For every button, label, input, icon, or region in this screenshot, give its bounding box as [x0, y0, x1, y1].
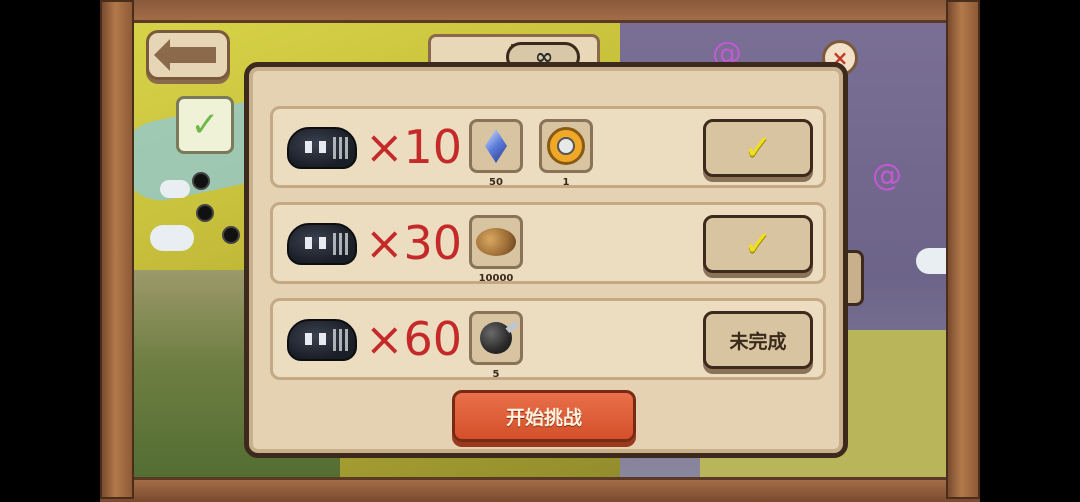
frame-top	[100, 0, 980, 23]
panel-side-tab	[848, 250, 864, 306]
start-challenge-label: 开始挑战	[505, 406, 582, 429]
check-icon: ✓	[190, 105, 220, 145]
frame-bottom	[100, 477, 980, 502]
path-node	[192, 172, 210, 190]
reward-slot[interactable]	[469, 311, 523, 365]
incomplete-button[interactable]: 未完成	[703, 311, 813, 369]
kill-count: ×30	[365, 216, 463, 270]
cloud	[150, 225, 194, 251]
cloud	[160, 180, 190, 198]
side-check-box[interactable]: ✓	[176, 96, 234, 154]
claimed-button[interactable]: ✓	[703, 119, 813, 177]
check-icon: ✓	[743, 128, 773, 168]
swirl-icon: @	[872, 158, 902, 193]
path-node	[196, 204, 214, 222]
back-arrow-icon	[154, 39, 216, 71]
black-slime-icon	[287, 223, 357, 265]
shine	[333, 233, 349, 255]
gear-center	[557, 137, 575, 155]
incomplete-label: 未完成	[729, 330, 787, 353]
eye	[319, 141, 326, 153]
start-challenge-button[interactable]: 开始挑战	[452, 390, 636, 442]
reward-amount: 5	[492, 369, 500, 380]
kill-count: ×10	[365, 120, 463, 174]
eye	[305, 141, 312, 153]
reward-row: ×10 50 1 ✓	[270, 106, 826, 188]
reward-slot[interactable]	[469, 215, 523, 269]
gear-icon	[547, 127, 585, 165]
eye	[319, 237, 326, 249]
claimed-button[interactable]: ✓	[703, 215, 813, 273]
nuts-icon	[476, 228, 516, 256]
crystal-icon	[485, 129, 507, 163]
black-slime-icon	[287, 127, 357, 169]
reward-row: ×30 10000 ✓	[270, 202, 826, 284]
kill-count: ×60	[365, 312, 463, 366]
shine	[333, 137, 349, 159]
reward-row: ×60 5 未完成	[270, 298, 826, 380]
back-button[interactable]	[146, 30, 230, 80]
check-icon: ✓	[743, 224, 773, 264]
reward-amount: 10000	[478, 273, 514, 284]
eye	[305, 237, 312, 249]
eye	[305, 333, 312, 345]
reward-amount: 1	[562, 177, 570, 188]
bomb-icon	[480, 322, 512, 354]
black-slime-icon	[287, 319, 357, 361]
reward-slot[interactable]	[539, 119, 593, 173]
eye	[319, 333, 326, 345]
frame-post-right	[946, 0, 980, 499]
reward-amount: 50	[489, 177, 503, 188]
path-node	[222, 226, 240, 244]
frame-post-left	[100, 0, 134, 499]
shine	[333, 329, 349, 351]
reward-slot[interactable]	[469, 119, 523, 173]
